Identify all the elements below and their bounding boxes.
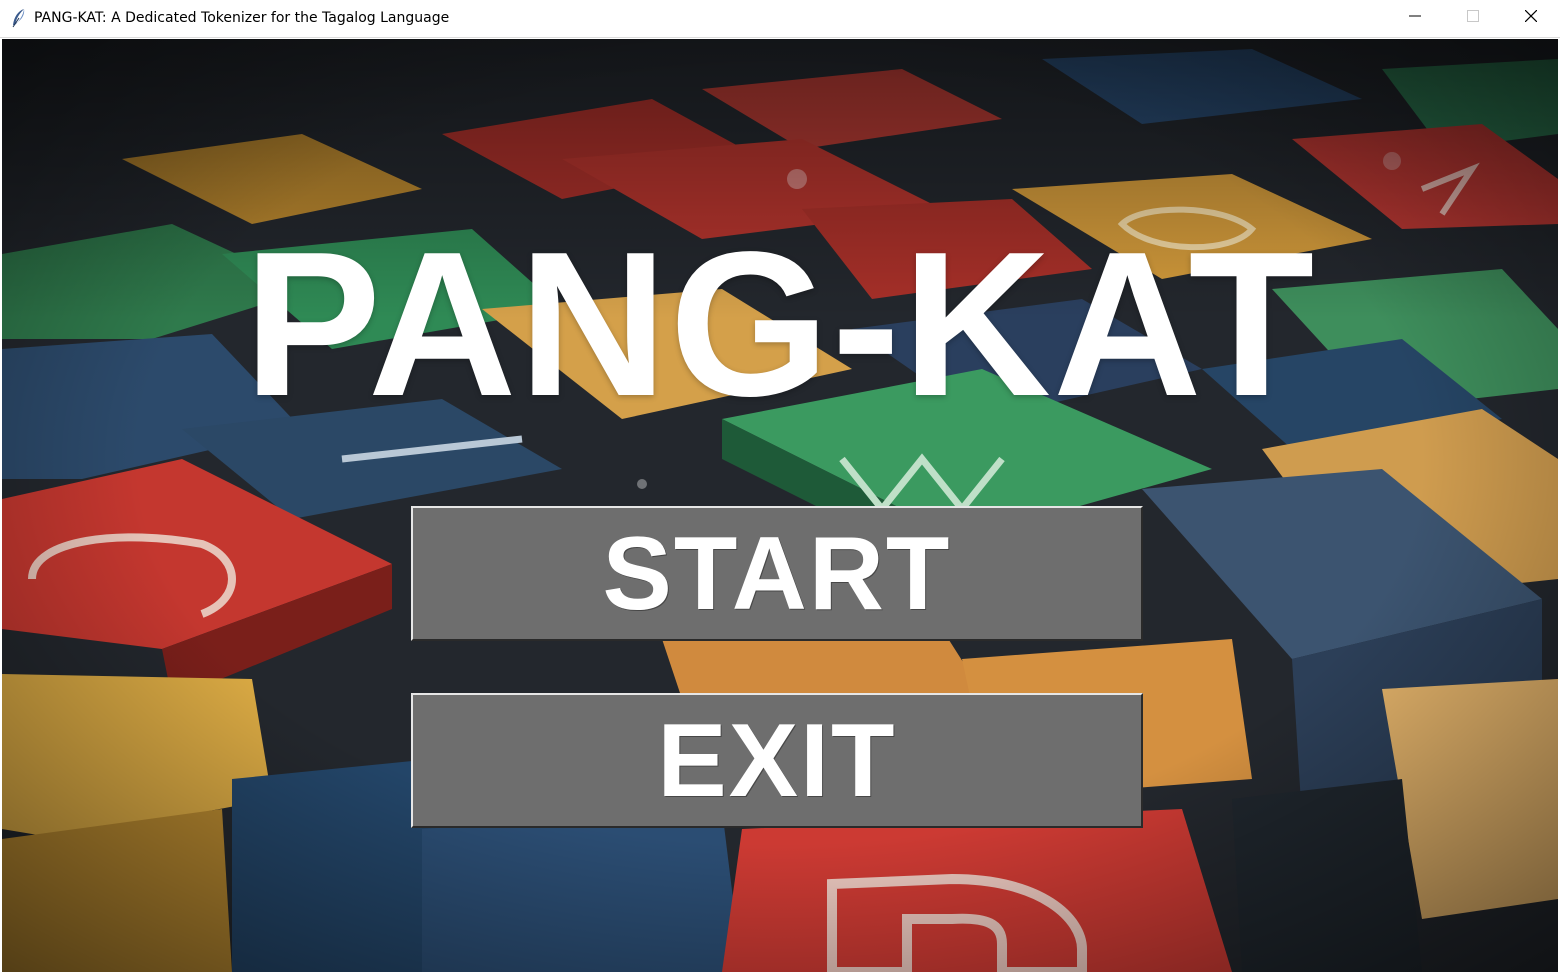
exit-button-label: EXIT: [657, 702, 897, 819]
app-title: PANG-KAT: [243, 209, 1317, 439]
main-canvas: PANG-KAT START EXIT: [2, 39, 1558, 972]
minimize-icon: [1409, 9, 1421, 27]
exit-button[interactable]: EXIT: [411, 693, 1143, 828]
title-bar[interactable]: PANG-KAT: A Dedicated Tokenizer for the …: [0, 0, 1560, 38]
minimize-button[interactable]: [1386, 0, 1444, 36]
start-button[interactable]: START: [411, 506, 1143, 641]
maximize-icon: [1467, 9, 1479, 27]
close-button[interactable]: [1502, 0, 1560, 36]
maximize-button[interactable]: [1444, 0, 1502, 36]
close-icon: [1524, 9, 1538, 27]
start-button-label: START: [602, 515, 952, 632]
app-window: PANG-KAT: A Dedicated Tokenizer for the …: [0, 0, 1560, 972]
feather-icon: [10, 8, 28, 28]
window-title: PANG-KAT: A Dedicated Tokenizer for the …: [34, 10, 450, 26]
